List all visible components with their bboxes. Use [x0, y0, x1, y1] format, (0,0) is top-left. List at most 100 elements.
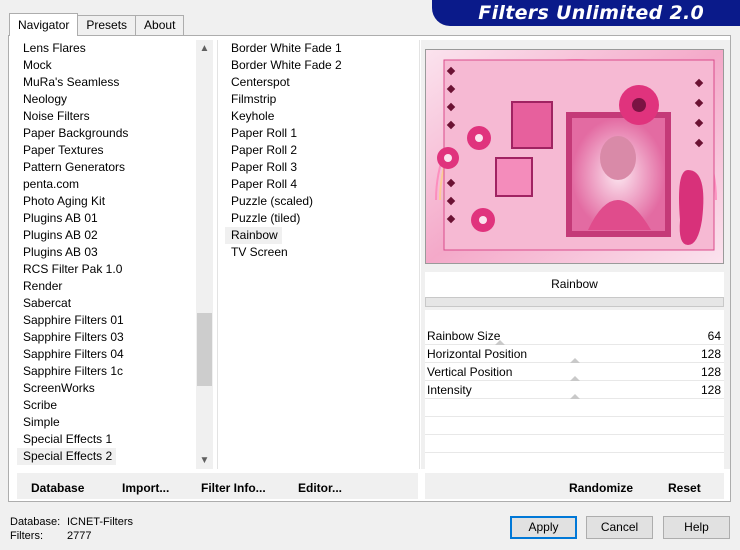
database-button[interactable]: Database: [31, 481, 84, 495]
slider-thumb-icon[interactable]: [569, 358, 580, 363]
filter-item[interactable]: Paper Roll 3: [225, 159, 415, 176]
parameter-slider[interactable]: Horizontal Position 128: [425, 346, 724, 364]
category-list[interactable]: Lens Flares Mock MuRa's Seamless Neology Noi…: [17, 40, 195, 468]
tab-bar: Navigator Presets About: [9, 13, 185, 36]
list-item: Render: [17, 278, 195, 295]
category-item[interactable]: Noise Filters: [17, 108, 195, 125]
list-item: Neology: [17, 91, 195, 108]
parameter-value: 64: [707, 329, 721, 343]
list-item: RCS Filter Pak 1.0: [17, 261, 195, 278]
database-info: Database: ICNET-Filters Filters: 2777: [10, 515, 133, 543]
category-item[interactable]: Lens Flares: [17, 40, 195, 57]
category-item[interactable]: Neology: [17, 91, 195, 108]
slider-thumb-icon[interactable]: [569, 376, 580, 381]
tab-presets[interactable]: Presets: [77, 15, 137, 35]
filter-item[interactable]: TV Screen: [225, 244, 415, 261]
database-value: ICNET-Filters: [67, 516, 133, 528]
list-item: Paper Roll 2: [225, 142, 415, 159]
import-button[interactable]: Import...: [122, 481, 169, 495]
help-button[interactable]: Help: [663, 516, 730, 539]
filter-item[interactable]: Border White Fade 1: [225, 40, 415, 57]
filter-item[interactable]: Centerspot: [225, 74, 415, 91]
list-item: Pattern Generators: [17, 159, 195, 176]
randomize-button[interactable]: Randomize: [569, 481, 633, 495]
cancel-button[interactable]: Cancel: [586, 516, 653, 539]
filter-item[interactable]: Keyhole: [225, 108, 415, 125]
tab-about[interactable]: About: [135, 15, 185, 35]
category-item[interactable]: Photo Aging Kit: [17, 193, 195, 210]
parameter-value: 128: [700, 383, 721, 397]
list-item: Special Effects 1: [17, 431, 195, 448]
category-item[interactable]: RCS Filter Pak 1.0: [17, 261, 195, 278]
category-item[interactable]: Sapphire Filters 01: [17, 312, 195, 329]
filter-info-button[interactable]: Filter Info...: [201, 481, 266, 495]
list-item: Border White Fade 1: [225, 40, 415, 57]
category-item[interactable]: Plugins AB 03: [17, 244, 195, 261]
filter-item[interactable]: Paper Roll 1: [225, 125, 415, 142]
parameter-slider[interactable]: Vertical Position 128: [425, 364, 724, 382]
scroll-up-icon[interactable]: ▲: [196, 40, 213, 57]
list-item: Lens Flares: [17, 40, 195, 57]
scroll-thumb[interactable]: [197, 313, 212, 386]
filter-list[interactable]: Border White Fade 1 Border White Fade 2 Ce…: [225, 40, 415, 468]
category-item[interactable]: Mock: [17, 57, 195, 74]
tab-navigator[interactable]: Navigator: [9, 13, 79, 36]
category-item[interactable]: ScreenWorks: [17, 380, 195, 397]
progress-bar: [425, 297, 724, 307]
divider: [425, 416, 724, 417]
list-item: Special Effects 2: [17, 448, 195, 465]
filter-item[interactable]: Filmstrip: [225, 91, 415, 108]
category-item[interactable]: Simple: [17, 414, 195, 431]
category-item[interactable]: Special Effects 1: [17, 431, 195, 448]
list-item: Plugins AB 01: [17, 210, 195, 227]
list-item: TV Screen: [225, 244, 415, 261]
category-item[interactable]: Plugins AB 02: [17, 227, 195, 244]
parameter-slider[interactable]: Intensity 128: [425, 382, 724, 400]
list-item: Noise Filters: [17, 108, 195, 125]
category-item[interactable]: Scribe: [17, 397, 195, 414]
list-item: Centerspot: [225, 74, 415, 91]
list-item: Rainbow: [225, 227, 415, 244]
category-item[interactable]: Sapphire Filters 04: [17, 346, 195, 363]
apply-button[interactable]: Apply: [510, 516, 577, 539]
reset-button[interactable]: Reset: [668, 481, 701, 495]
list-item: Puzzle (scaled): [225, 193, 415, 210]
list-item: MuRa's Seamless: [17, 74, 195, 91]
category-item[interactable]: Sapphire Filters 03: [17, 329, 195, 346]
filter-item[interactable]: Paper Roll 4: [225, 176, 415, 193]
parameter-value: 128: [700, 347, 721, 361]
category-item[interactable]: Sapphire Filters 1c: [17, 363, 195, 380]
category-item[interactable]: Paper Backgrounds: [17, 125, 195, 142]
filter-item[interactable]: Rainbow: [225, 227, 282, 244]
category-item[interactable]: penta.com: [17, 176, 195, 193]
list-item: Simple: [17, 414, 195, 431]
parameter-label: Intensity: [427, 383, 472, 397]
editor-button[interactable]: Editor...: [298, 481, 342, 495]
filter-item[interactable]: Puzzle (tiled): [225, 210, 415, 227]
slider-thumb-icon[interactable]: [569, 394, 580, 399]
filter-item[interactable]: Puzzle (scaled): [225, 193, 415, 210]
category-item[interactable]: Render: [17, 278, 195, 295]
preview-image: [425, 49, 724, 264]
list-item: Paper Backgrounds: [17, 125, 195, 142]
filters-count-value: 2777: [67, 530, 92, 542]
parameter-value: 128: [700, 365, 721, 379]
scroll-down-icon[interactable]: ▼: [196, 452, 213, 469]
category-item[interactable]: MuRa's Seamless: [17, 74, 195, 91]
category-item[interactable]: Spiky: [17, 465, 195, 468]
slider-thumb-icon[interactable]: [494, 340, 505, 345]
current-filter-name: Rainbow: [425, 272, 724, 297]
category-item[interactable]: Special Effects 2: [17, 448, 117, 465]
category-item[interactable]: Plugins AB 01: [17, 210, 195, 227]
category-item[interactable]: Paper Textures: [17, 142, 195, 159]
filter-item[interactable]: Paper Roll 2: [225, 142, 415, 159]
category-item[interactable]: Sabercat: [17, 295, 195, 312]
divider: [217, 40, 218, 469]
parameter-label: Vertical Position: [427, 365, 513, 379]
category-scrollbar[interactable]: ▲ ▼: [196, 40, 213, 469]
filter-item[interactable]: Border White Fade 2: [225, 57, 415, 74]
category-item[interactable]: Pattern Generators: [17, 159, 195, 176]
list-item: Keyhole: [225, 108, 415, 125]
list-item: ScreenWorks: [17, 380, 195, 397]
parameter-slider[interactable]: Rainbow Size 64: [425, 328, 724, 346]
